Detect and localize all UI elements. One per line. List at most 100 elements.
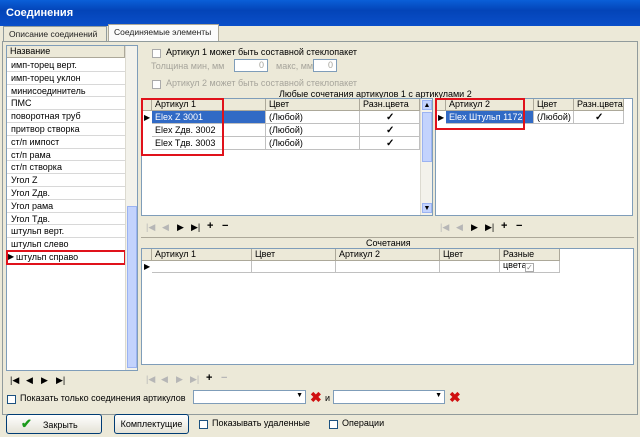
- list-item[interactable]: Угол Тдв.: [7, 213, 125, 226]
- combos-nav-last-icon[interactable]: ▶|: [190, 374, 199, 385]
- col-color[interactable]: Цвет: [266, 99, 360, 111]
- window-title: Соединения: [0, 0, 640, 26]
- list-item[interactable]: ст/п импост: [7, 136, 125, 149]
- combos-nav-prev-icon[interactable]: ◀: [161, 374, 168, 385]
- list-item[interactable]: штульп верт.: [7, 225, 125, 239]
- chevron-down-icon[interactable]: ▼: [296, 392, 303, 399]
- table-cell[interactable]: [440, 261, 500, 273]
- grid1-nav-next-icon[interactable]: ▶: [177, 222, 184, 233]
- art2-composite-label: Артикул 2 может быть составной стеклопак…: [166, 78, 358, 88]
- table-cell[interactable]: [252, 261, 336, 273]
- current-row-icon: ▶: [144, 262, 151, 271]
- list-item[interactable]: ст/п рама: [7, 149, 125, 162]
- scroll-down-icon[interactable]: ▼: [422, 203, 432, 213]
- grid2-nav-last-icon[interactable]: ▶|: [485, 222, 494, 233]
- tab-description[interactable]: Описание соединений: [3, 26, 107, 41]
- thickness-max-input[interactable]: 0: [313, 59, 337, 72]
- grid2-nav-first-icon[interactable]: |◀: [440, 222, 449, 233]
- diff-colors-check-icon[interactable]: ✓: [386, 125, 394, 136]
- list-item[interactable]: Угол рама: [7, 200, 125, 213]
- table-cell[interactable]: [336, 261, 440, 273]
- col-color[interactable]: Цвет: [534, 99, 574, 111]
- row-indicator-header: [142, 249, 152, 261]
- col-color2[interactable]: Цвет: [440, 249, 500, 261]
- list-item-label: штульп справо: [16, 251, 79, 262]
- diff-colors-check-icon[interactable]: ✓: [386, 112, 394, 123]
- combos-add-icon[interactable]: +: [206, 372, 212, 384]
- nav-prev-icon[interactable]: ◀: [26, 375, 33, 386]
- chevron-down-icon[interactable]: ▼: [435, 392, 442, 399]
- list-item[interactable]: минисоединитель: [7, 85, 125, 98]
- scrollbar-thumb[interactable]: [127, 206, 137, 368]
- list-item[interactable]: ст/п створка: [7, 161, 125, 175]
- thickness-min-label: Толщина мин, мм: [151, 61, 225, 71]
- list-item[interactable]: ▶ штульп справо: [6, 249, 126, 265]
- list-item[interactable]: поворотная труб: [7, 110, 125, 123]
- list-header[interactable]: Название: [7, 46, 125, 58]
- nav-last-icon[interactable]: ▶|: [56, 375, 65, 386]
- filter-and-label: и: [325, 393, 331, 403]
- col-article1[interactable]: Артикул 1: [152, 249, 252, 261]
- current-row-icon: ▶: [8, 251, 15, 261]
- combos-nav-next-icon[interactable]: ▶: [176, 374, 183, 385]
- list-item[interactable]: имп-торец верт.: [7, 59, 125, 72]
- list-item[interactable]: Угол Zдв.: [7, 187, 125, 200]
- color-cell[interactable]: (Любой): [266, 124, 360, 137]
- color-cell[interactable]: (Любой): [534, 111, 574, 124]
- diff-colors-checkbox[interactable]: ✓: [525, 263, 534, 272]
- table-cell[interactable]: [152, 261, 252, 273]
- nav-first-icon[interactable]: |◀: [10, 375, 19, 386]
- col-color1[interactable]: Цвет: [252, 249, 336, 261]
- grid1-delete-icon[interactable]: −: [222, 220, 228, 232]
- grid2-add-icon[interactable]: +: [501, 220, 507, 232]
- grid2-nav-prev-icon[interactable]: ◀: [456, 222, 463, 233]
- col-diff-colors[interactable]: Разн.цвета: [360, 99, 420, 111]
- filter-article1-select[interactable]: ▼: [193, 390, 306, 404]
- color-cell[interactable]: (Любой): [266, 137, 360, 150]
- close-button-label: Закрыть: [43, 420, 78, 430]
- scroll-up-icon[interactable]: ▲: [422, 100, 432, 110]
- grid1-nav-last-icon[interactable]: ▶|: [191, 222, 200, 233]
- diff-colors-check-icon[interactable]: ✓: [595, 112, 603, 123]
- filter-label: Показать только соединения артикулов: [20, 393, 186, 403]
- art2-composite-checkbox[interactable]: [152, 80, 161, 89]
- close-button[interactable]: ✔ Закрыть: [6, 414, 102, 434]
- list-item[interactable]: Угол Z: [7, 174, 125, 187]
- combos-grid[interactable]: Артикул 1 Цвет Артикул 2 Цвет Разные цве…: [141, 248, 634, 365]
- complects-button[interactable]: Комплектущие: [114, 414, 189, 434]
- diff-colors-check-icon[interactable]: ✓: [386, 138, 394, 149]
- list-scrollbar[interactable]: [125, 46, 137, 370]
- thickness-min-input[interactable]: 0: [234, 59, 268, 72]
- filter-article2-select[interactable]: ▼: [333, 390, 445, 404]
- art1-composite-checkbox[interactable]: [152, 49, 161, 58]
- list-item[interactable]: имп-торец уклон: [7, 72, 125, 85]
- nav-next-icon[interactable]: ▶: [41, 375, 48, 386]
- combos-caption: Сочетания: [366, 238, 411, 248]
- grid2-delete-icon[interactable]: −: [516, 220, 522, 232]
- combos-delete-icon[interactable]: −: [221, 372, 227, 384]
- list-item[interactable]: штульп слево: [7, 238, 125, 251]
- col-diff-colors[interactable]: Разн.цвета: [574, 99, 624, 111]
- clear-filter2-icon[interactable]: ✖: [449, 389, 461, 406]
- color-cell[interactable]: (Любой): [266, 111, 360, 124]
- clear-filter1-icon[interactable]: ✖: [310, 389, 322, 406]
- col-diff-colors[interactable]: Разные цвета: [500, 249, 560, 270]
- grid2-nav-next-icon[interactable]: ▶: [471, 222, 478, 233]
- show-deleted-checkbox[interactable]: [199, 420, 208, 429]
- grid1-scrollbar[interactable]: ▲ ▼: [420, 99, 432, 215]
- grid1-add-icon[interactable]: +: [207, 220, 213, 232]
- list-item[interactable]: ПМС: [7, 97, 125, 111]
- tab-joined-elements[interactable]: Соединяемые элементы: [108, 24, 219, 42]
- list-item[interactable]: притвор створка: [7, 123, 125, 136]
- scrollbar-thumb[interactable]: [422, 112, 432, 162]
- connections-list[interactable]: Название имп-торец верт. имп-торец уклон м…: [6, 45, 138, 371]
- operations-checkbox[interactable]: [329, 420, 338, 429]
- show-deleted-label: Показывать удаленные: [212, 418, 311, 428]
- filter-checkbox[interactable]: [7, 395, 16, 404]
- grid1-nav-prev-icon[interactable]: ◀: [162, 222, 169, 233]
- combos-nav-first-icon[interactable]: |◀: [146, 374, 155, 385]
- check-icon: ✔: [21, 416, 32, 431]
- grid1-nav-first-icon[interactable]: |◀: [146, 222, 155, 233]
- col-article2[interactable]: Артикул 2: [336, 249, 440, 261]
- thickness-max-label: макс, мм: [276, 61, 314, 71]
